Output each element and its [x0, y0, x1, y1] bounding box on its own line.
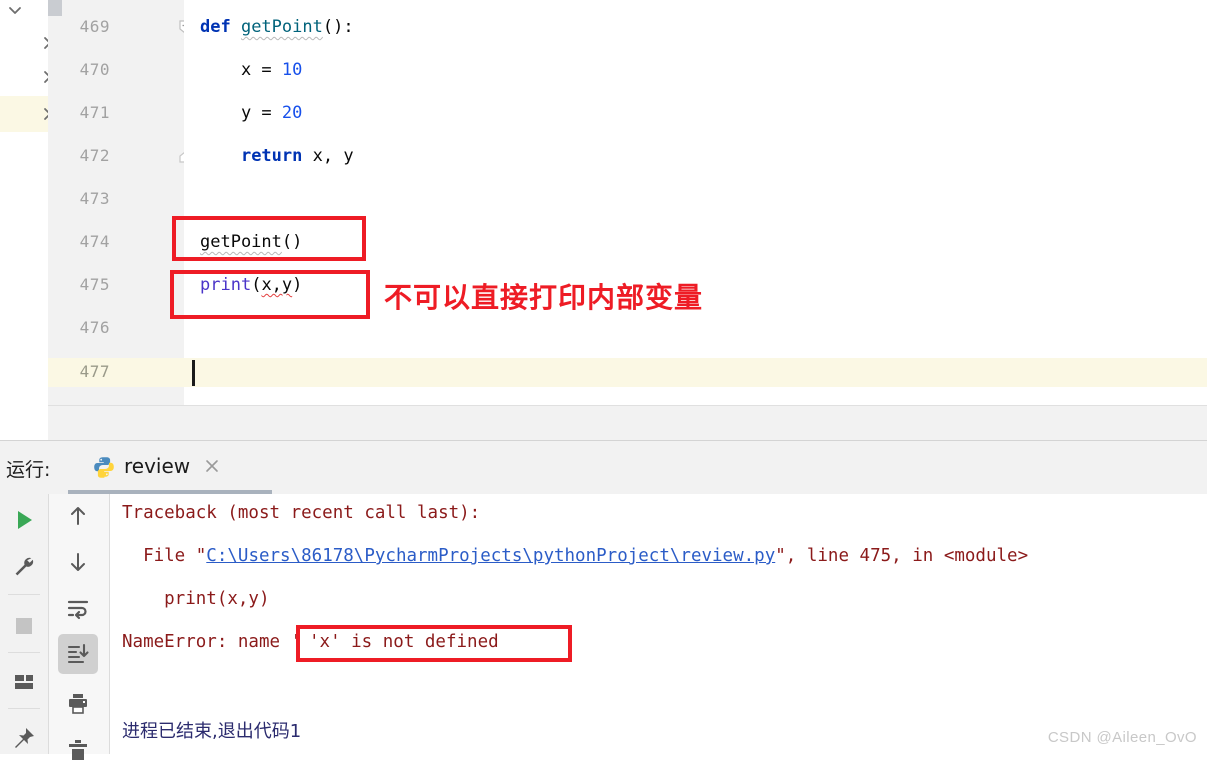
line-number: 473	[79, 189, 110, 208]
annotation-label: 不可以直接打印内部变量	[384, 281, 704, 314]
printer-icon[interactable]	[58, 684, 98, 724]
line-number: 471	[79, 103, 110, 122]
line-number: 470	[79, 60, 110, 79]
editor-structure-strip	[0, 0, 51, 405]
trash-icon[interactable]	[58, 730, 98, 770]
console-output[interactable]: Traceback (most recent call last): File …	[110, 494, 1207, 754]
editor-horizontal-scrollbar[interactable]	[48, 405, 1207, 483]
file-prefix: File "	[122, 546, 207, 566]
arrow-up-icon[interactable]	[58, 496, 98, 536]
arrow-down-icon[interactable]	[58, 542, 98, 582]
close-icon[interactable]	[203, 457, 221, 475]
run-tab-label: review	[124, 454, 191, 478]
current-line-highlight	[184, 358, 1207, 387]
windows-layout-icon[interactable]	[4, 662, 44, 702]
line-number: 476	[79, 318, 110, 337]
run-panel-title: 运行:	[6, 459, 51, 481]
gutter-scroll-marker	[48, 0, 62, 16]
error-boxed-overlay: 'x' is not defined	[309, 632, 499, 652]
editor-gutter[interactable]: 469 470 471 472 473 474 475 476 477	[48, 0, 185, 405]
line-number-current: 477	[79, 362, 110, 381]
line-number: 475	[79, 275, 110, 294]
console-line-file: File "C:\Users\86178\PycharmProjects\pyt…	[122, 545, 1028, 567]
run-tab-review[interactable]: review	[68, 441, 272, 494]
rerun-button[interactable]	[4, 500, 44, 540]
editor-hscroll-left-pad	[0, 405, 48, 439]
code-line-470: x = 10	[200, 60, 303, 80]
chevron-down-icon[interactable]	[8, 3, 22, 17]
watermark-label: CSDN @Aileen_OvO	[1047, 729, 1197, 746]
run-toolbar-primary	[0, 494, 49, 754]
line-number: 469	[79, 17, 110, 36]
code-line-472: return x, y	[240, 146, 354, 166]
file-path-link[interactable]: C:\Users\86178\PycharmProjects\pythonPro…	[206, 546, 775, 566]
highlight-box-getpoint-call	[172, 216, 366, 261]
code-editor-pane: 469 470 471 472 473 474 475 476 477 def …	[0, 0, 1207, 405]
line-number: 472	[79, 146, 110, 165]
console-line-code: print(x,y)	[122, 589, 270, 609]
highlight-box-print-call	[170, 270, 370, 319]
toolbar-divider	[8, 652, 40, 653]
process-exit-line: 进程已结束,退出代码1	[122, 721, 302, 742]
wrench-icon[interactable]	[4, 546, 44, 586]
python-file-icon	[92, 455, 116, 479]
error-prefix: NameError: name	[122, 632, 291, 652]
toolbar-divider	[8, 708, 40, 709]
text-caret	[192, 360, 195, 386]
stop-button[interactable]	[4, 606, 44, 646]
console-line-traceback: Traceback (most recent call last):	[122, 503, 481, 523]
code-line-469: def getPoint():	[200, 17, 354, 37]
code-surface[interactable]: def getPoint(): x = 10 y = 20 return x, …	[184, 0, 1207, 405]
soft-wrap-icon[interactable]	[58, 588, 98, 628]
scroll-to-end-icon[interactable]	[58, 634, 98, 674]
file-suffix: ", line 475, in <module>	[775, 546, 1029, 566]
toolbar-divider	[8, 594, 40, 595]
run-toolbar-secondary	[49, 494, 110, 760]
line-number: 474	[79, 232, 110, 251]
run-panel-header: 运行: review	[0, 441, 1207, 495]
run-tool-window: 运行: review Traceback (most recent call l…	[0, 440, 1207, 760]
code-line-471: y = 20	[200, 103, 303, 123]
pin-icon[interactable]	[4, 718, 44, 758]
